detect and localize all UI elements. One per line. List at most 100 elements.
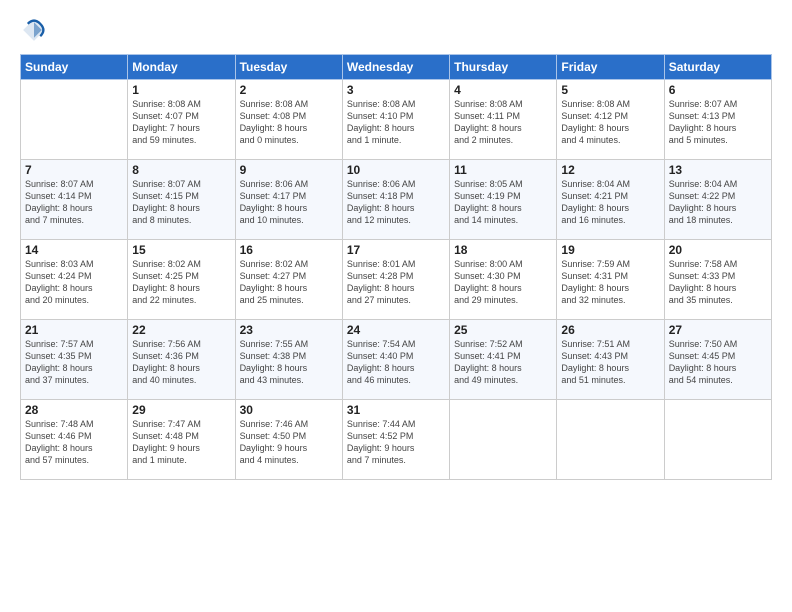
day-header-thursday: Thursday [450,55,557,80]
day-number: 22 [132,323,230,337]
day-cell: 27Sunrise: 7:50 AM Sunset: 4:45 PM Dayli… [664,320,771,400]
day-info: Sunrise: 8:08 AM Sunset: 4:07 PM Dayligh… [132,98,230,147]
day-info: Sunrise: 8:06 AM Sunset: 4:18 PM Dayligh… [347,178,445,227]
day-info: Sunrise: 8:06 AM Sunset: 4:17 PM Dayligh… [240,178,338,227]
day-cell: 23Sunrise: 7:55 AM Sunset: 4:38 PM Dayli… [235,320,342,400]
day-cell: 28Sunrise: 7:48 AM Sunset: 4:46 PM Dayli… [21,400,128,480]
week-row-5: 28Sunrise: 7:48 AM Sunset: 4:46 PM Dayli… [21,400,772,480]
day-info: Sunrise: 8:07 AM Sunset: 4:13 PM Dayligh… [669,98,767,147]
day-number: 26 [561,323,659,337]
day-cell: 14Sunrise: 8:03 AM Sunset: 4:24 PM Dayli… [21,240,128,320]
day-info: Sunrise: 8:01 AM Sunset: 4:28 PM Dayligh… [347,258,445,307]
day-cell: 17Sunrise: 8:01 AM Sunset: 4:28 PM Dayli… [342,240,449,320]
day-cell [450,400,557,480]
day-cell [664,400,771,480]
calendar-header: SundayMondayTuesdayWednesdayThursdayFrid… [21,55,772,80]
day-cell: 25Sunrise: 7:52 AM Sunset: 4:41 PM Dayli… [450,320,557,400]
day-number: 21 [25,323,123,337]
day-info: Sunrise: 8:08 AM Sunset: 4:12 PM Dayligh… [561,98,659,147]
day-header-saturday: Saturday [664,55,771,80]
day-number: 18 [454,243,552,257]
day-cell: 19Sunrise: 7:59 AM Sunset: 4:31 PM Dayli… [557,240,664,320]
day-info: Sunrise: 7:54 AM Sunset: 4:40 PM Dayligh… [347,338,445,387]
day-cell: 18Sunrise: 8:00 AM Sunset: 4:30 PM Dayli… [450,240,557,320]
day-number: 5 [561,83,659,97]
day-number: 15 [132,243,230,257]
day-number: 16 [240,243,338,257]
logo-icon [20,16,48,44]
day-number: 11 [454,163,552,177]
day-number: 25 [454,323,552,337]
day-info: Sunrise: 8:00 AM Sunset: 4:30 PM Dayligh… [454,258,552,307]
day-number: 7 [25,163,123,177]
day-cell: 10Sunrise: 8:06 AM Sunset: 4:18 PM Dayli… [342,160,449,240]
day-info: Sunrise: 8:08 AM Sunset: 4:08 PM Dayligh… [240,98,338,147]
day-info: Sunrise: 8:04 AM Sunset: 4:22 PM Dayligh… [669,178,767,227]
calendar-table: SundayMondayTuesdayWednesdayThursdayFrid… [20,54,772,480]
day-number: 31 [347,403,445,417]
day-cell: 8Sunrise: 8:07 AM Sunset: 4:15 PM Daylig… [128,160,235,240]
day-number: 20 [669,243,767,257]
day-cell: 3Sunrise: 8:08 AM Sunset: 4:10 PM Daylig… [342,80,449,160]
day-number: 9 [240,163,338,177]
day-info: Sunrise: 8:02 AM Sunset: 4:27 PM Dayligh… [240,258,338,307]
day-cell: 22Sunrise: 7:56 AM Sunset: 4:36 PM Dayli… [128,320,235,400]
day-number: 27 [669,323,767,337]
week-row-3: 14Sunrise: 8:03 AM Sunset: 4:24 PM Dayli… [21,240,772,320]
day-info: Sunrise: 8:03 AM Sunset: 4:24 PM Dayligh… [25,258,123,307]
day-number: 12 [561,163,659,177]
day-info: Sunrise: 7:56 AM Sunset: 4:36 PM Dayligh… [132,338,230,387]
calendar-body: 1Sunrise: 8:08 AM Sunset: 4:07 PM Daylig… [21,80,772,480]
day-number: 13 [669,163,767,177]
day-cell: 6Sunrise: 8:07 AM Sunset: 4:13 PM Daylig… [664,80,771,160]
header [20,16,772,44]
day-cell: 13Sunrise: 8:04 AM Sunset: 4:22 PM Dayli… [664,160,771,240]
day-number: 3 [347,83,445,97]
day-info: Sunrise: 7:55 AM Sunset: 4:38 PM Dayligh… [240,338,338,387]
day-cell: 7Sunrise: 8:07 AM Sunset: 4:14 PM Daylig… [21,160,128,240]
day-info: Sunrise: 8:04 AM Sunset: 4:21 PM Dayligh… [561,178,659,227]
day-cell: 29Sunrise: 7:47 AM Sunset: 4:48 PM Dayli… [128,400,235,480]
day-cell: 16Sunrise: 8:02 AM Sunset: 4:27 PM Dayli… [235,240,342,320]
day-cell: 5Sunrise: 8:08 AM Sunset: 4:12 PM Daylig… [557,80,664,160]
day-info: Sunrise: 7:46 AM Sunset: 4:50 PM Dayligh… [240,418,338,467]
week-row-4: 21Sunrise: 7:57 AM Sunset: 4:35 PM Dayli… [21,320,772,400]
day-header-sunday: Sunday [21,55,128,80]
day-number: 29 [132,403,230,417]
day-header-monday: Monday [128,55,235,80]
day-info: Sunrise: 8:08 AM Sunset: 4:10 PM Dayligh… [347,98,445,147]
day-number: 1 [132,83,230,97]
day-header-wednesday: Wednesday [342,55,449,80]
day-info: Sunrise: 7:50 AM Sunset: 4:45 PM Dayligh… [669,338,767,387]
day-cell: 11Sunrise: 8:05 AM Sunset: 4:19 PM Dayli… [450,160,557,240]
day-number: 6 [669,83,767,97]
day-info: Sunrise: 8:07 AM Sunset: 4:14 PM Dayligh… [25,178,123,227]
day-number: 28 [25,403,123,417]
day-number: 23 [240,323,338,337]
day-number: 10 [347,163,445,177]
day-info: Sunrise: 7:51 AM Sunset: 4:43 PM Dayligh… [561,338,659,387]
day-header-tuesday: Tuesday [235,55,342,80]
day-cell: 9Sunrise: 8:06 AM Sunset: 4:17 PM Daylig… [235,160,342,240]
day-number: 4 [454,83,552,97]
day-number: 8 [132,163,230,177]
day-number: 17 [347,243,445,257]
day-info: Sunrise: 7:48 AM Sunset: 4:46 PM Dayligh… [25,418,123,467]
week-row-1: 1Sunrise: 8:08 AM Sunset: 4:07 PM Daylig… [21,80,772,160]
day-cell: 30Sunrise: 7:46 AM Sunset: 4:50 PM Dayli… [235,400,342,480]
day-info: Sunrise: 8:02 AM Sunset: 4:25 PM Dayligh… [132,258,230,307]
day-number: 24 [347,323,445,337]
logo [20,16,52,44]
day-info: Sunrise: 8:05 AM Sunset: 4:19 PM Dayligh… [454,178,552,227]
day-info: Sunrise: 7:44 AM Sunset: 4:52 PM Dayligh… [347,418,445,467]
day-number: 2 [240,83,338,97]
day-header-row: SundayMondayTuesdayWednesdayThursdayFrid… [21,55,772,80]
day-info: Sunrise: 7:58 AM Sunset: 4:33 PM Dayligh… [669,258,767,307]
day-cell [557,400,664,480]
day-number: 14 [25,243,123,257]
day-cell: 24Sunrise: 7:54 AM Sunset: 4:40 PM Dayli… [342,320,449,400]
day-cell: 4Sunrise: 8:08 AM Sunset: 4:11 PM Daylig… [450,80,557,160]
day-info: Sunrise: 7:57 AM Sunset: 4:35 PM Dayligh… [25,338,123,387]
day-number: 30 [240,403,338,417]
day-cell: 12Sunrise: 8:04 AM Sunset: 4:21 PM Dayli… [557,160,664,240]
